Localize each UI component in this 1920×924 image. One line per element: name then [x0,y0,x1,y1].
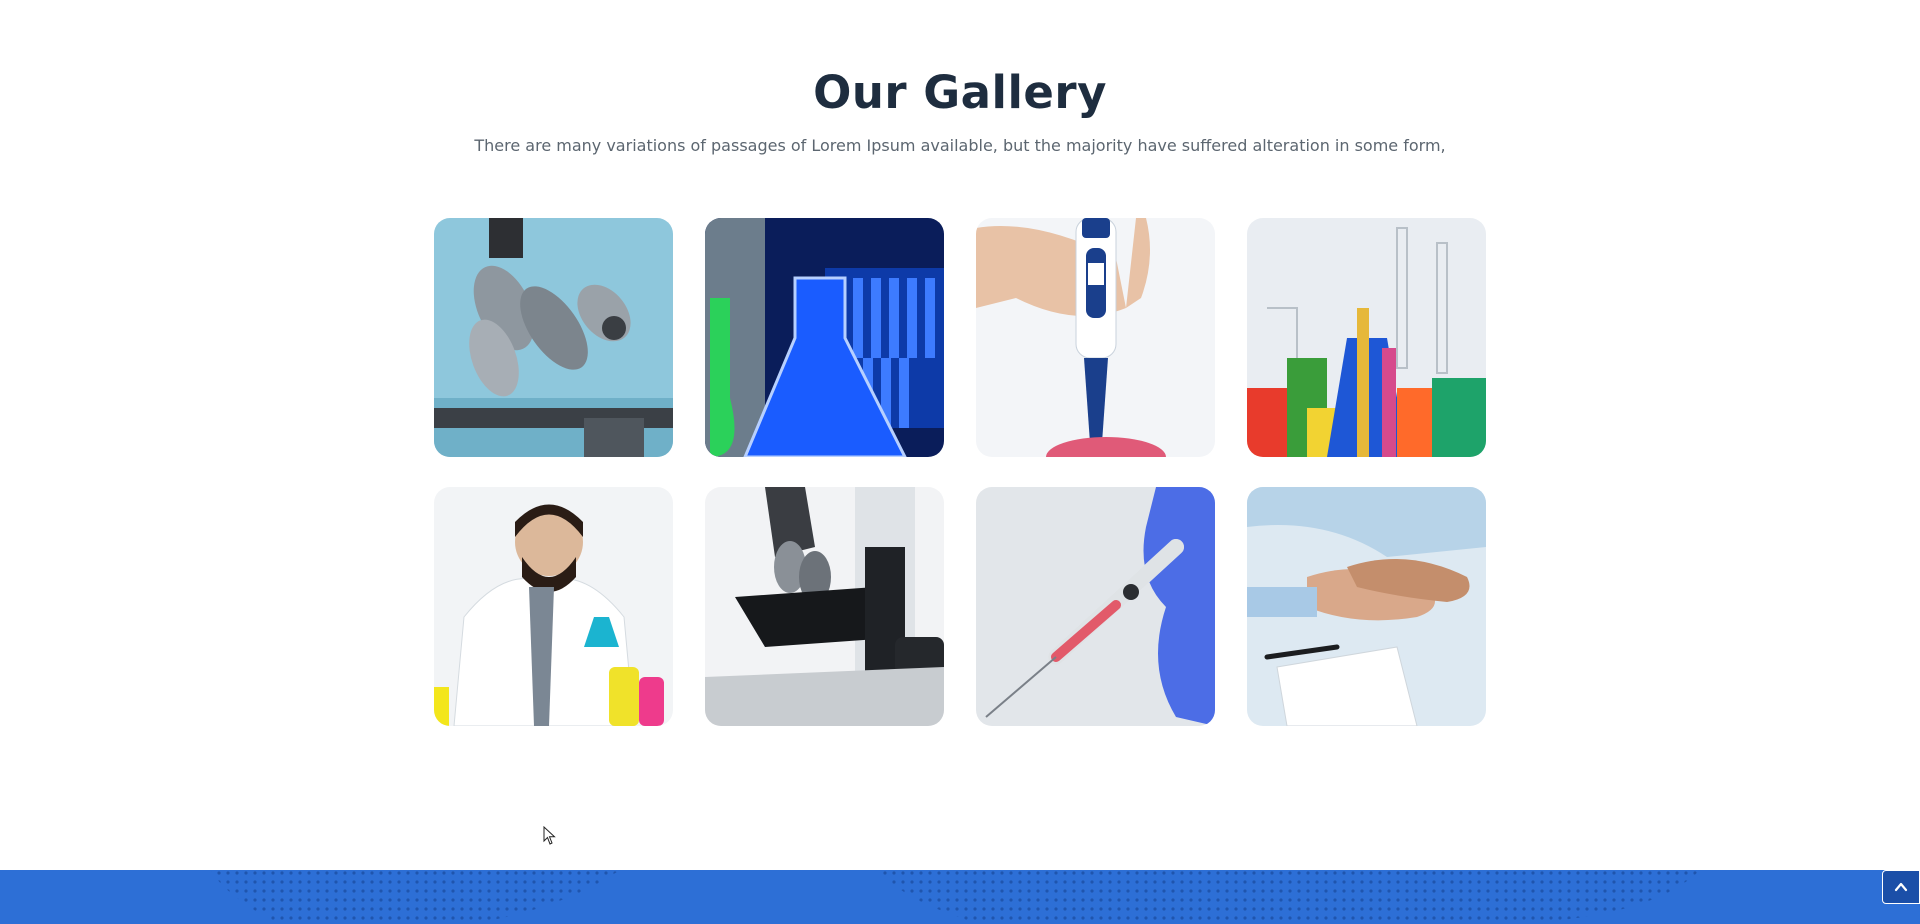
gallery-image-scientist-with-flask[interactable] [434,487,673,726]
gallery-image-syringe-gloved-hand[interactable] [976,487,1215,726]
chevron-up-icon [1894,882,1908,892]
gallery-grid [434,218,1487,726]
back-to-top-button[interactable] [1882,870,1920,904]
gallery-image-microscope-closeup[interactable] [434,218,673,457]
gallery-subtitle: There are many variations of passages of… [474,136,1446,155]
gallery-image-blue-flasks[interactable] [705,218,944,457]
gallery-title: Our Gallery [813,66,1107,119]
gallery-image-lab-microscope[interactable] [705,487,944,726]
gallery-image-holding-hands[interactable] [1247,487,1486,726]
footer-dot-pattern [210,870,1700,924]
footer-band [0,870,1920,924]
gallery-image-colored-glassware[interactable] [1247,218,1486,457]
gallery-image-pipette-hand[interactable] [976,218,1215,457]
gallery-section: Our Gallery There are many variations of… [0,0,1920,870]
mouse-cursor-icon [543,826,556,845]
